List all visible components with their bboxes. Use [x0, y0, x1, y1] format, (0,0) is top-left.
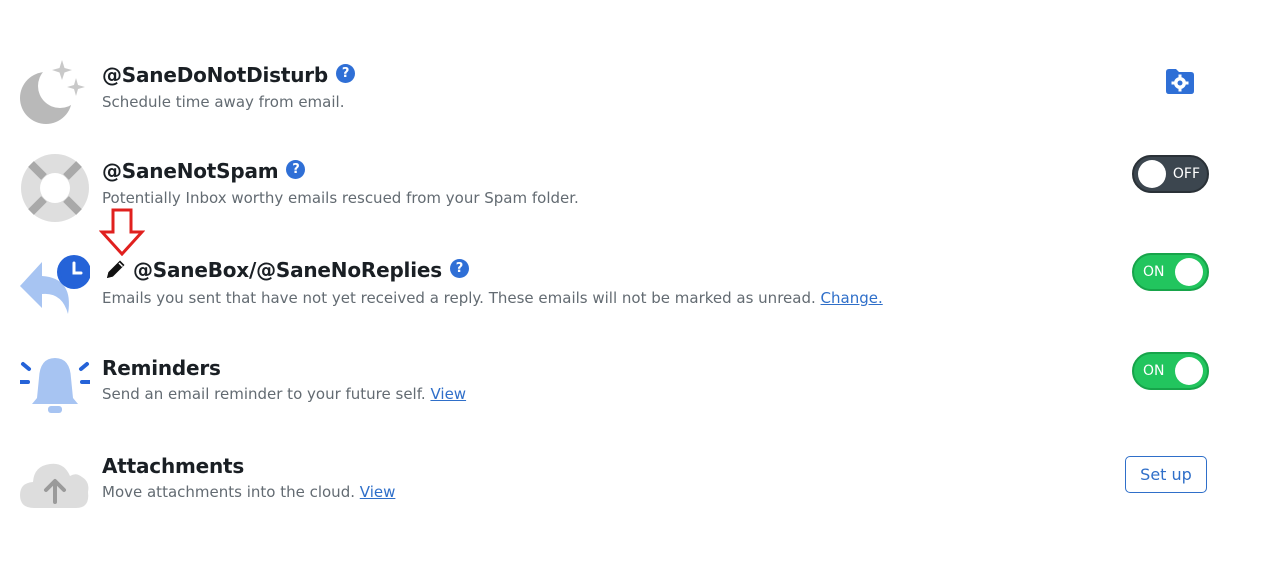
feature-title: @SaneNotSpam	[102, 159, 279, 183]
toggle-knob	[1175, 357, 1203, 385]
cloud-upload-icon	[20, 463, 89, 508]
toggle-label: OFF	[1172, 166, 1200, 182]
reminders-toggle[interactable]: ON	[1132, 352, 1209, 390]
noreplies-toggle[interactable]: ON	[1132, 253, 1209, 291]
help-icon[interactable]: ?	[336, 64, 356, 83]
feature-title: Attachments	[102, 454, 245, 478]
red-down-arrow-icon	[99, 208, 145, 256]
help-icon[interactable]: ?	[449, 259, 469, 278]
feature-description: Potentially Inbox worthy emails rescued …	[102, 189, 579, 207]
toggle-label: ON	[1143, 264, 1165, 280]
toggle-knob	[1138, 160, 1166, 188]
change-link[interactable]: Change.	[821, 289, 883, 307]
feature-description: Emails you sent that have not yet receiv…	[102, 289, 816, 307]
notspam-toggle[interactable]: OFF	[1132, 155, 1209, 193]
view-link[interactable]: View	[430, 385, 466, 403]
toggle-knob	[1175, 258, 1203, 286]
setup-button[interactable]: Set up	[1125, 456, 1207, 493]
feature-description: Send an email reminder to your future se…	[102, 385, 426, 403]
feature-title: @SaneBox/@SaneNoReplies	[133, 258, 442, 282]
view-link[interactable]: View	[360, 483, 396, 501]
pencil-icon[interactable]	[104, 257, 128, 281]
lifebuoy-icon	[21, 154, 89, 222]
feature-title: @SaneDoNotDisturb	[102, 63, 329, 87]
reply-clock-icon	[20, 255, 90, 314]
feature-description: Move attachments into the cloud.	[102, 483, 355, 501]
moon-stars-icon	[20, 60, 85, 124]
feature-title: Reminders	[102, 356, 221, 380]
help-icon[interactable]: ?	[286, 160, 306, 179]
bell-icon	[20, 358, 90, 413]
settings-folder-icon[interactable]	[1164, 64, 1196, 96]
feature-description: Schedule time away from email.	[102, 93, 345, 111]
toggle-label: ON	[1143, 363, 1165, 379]
